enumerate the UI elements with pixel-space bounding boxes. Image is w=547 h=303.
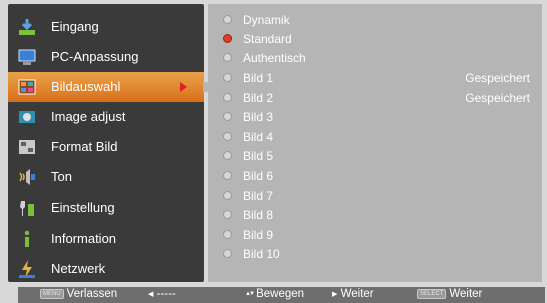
radio-button-icon bbox=[223, 112, 232, 121]
option-label: Dynamik bbox=[243, 13, 290, 27]
menu-label: Information bbox=[51, 231, 117, 246]
menu-item-eingang[interactable]: Eingang bbox=[8, 12, 204, 42]
radio-button-icon bbox=[223, 210, 232, 219]
network-icon bbox=[19, 260, 35, 278]
menu-item-pc-anpassung[interactable]: PC-Anpassung bbox=[8, 42, 204, 72]
radio-button-icon bbox=[223, 53, 232, 62]
image-select-icon bbox=[18, 79, 36, 95]
radio-button-icon bbox=[223, 171, 232, 180]
radio-button-icon bbox=[223, 93, 232, 102]
setting-icon bbox=[20, 201, 34, 216]
image-adjust-icon bbox=[19, 111, 35, 123]
up-down-arrow-icon: ▲▼ bbox=[245, 291, 255, 297]
option-label: Bild 9 bbox=[243, 228, 274, 242]
option-label: Bild 6 bbox=[243, 169, 274, 183]
guide-next-label: Weiter bbox=[340, 288, 374, 300]
option-row[interactable]: Bild 6 bbox=[208, 167, 542, 186]
option-row[interactable]: Bild 4 bbox=[208, 128, 542, 147]
option-label: Bild 8 bbox=[243, 208, 274, 222]
information-icon bbox=[24, 230, 30, 247]
option-label: Bild 5 bbox=[243, 149, 274, 163]
menu-label: Netzwerk bbox=[51, 261, 106, 276]
menu-item-information[interactable]: Information bbox=[8, 224, 204, 254]
option-row[interactable]: Bild 10 bbox=[208, 245, 542, 264]
option-row[interactable]: Bild 1 Gespeichert bbox=[208, 69, 542, 88]
guide-back-label: ----- bbox=[156, 288, 176, 300]
option-row[interactable]: Bild 7 bbox=[208, 187, 542, 206]
menu-item-ton[interactable]: Ton bbox=[8, 162, 204, 192]
menu-key-icon: MENU bbox=[40, 289, 64, 299]
option-status: Gespeichert bbox=[465, 71, 530, 85]
option-label: Standard bbox=[243, 32, 292, 46]
guide-select-label: Weiter bbox=[449, 288, 483, 300]
guide-move: ▲▼ Bewegen bbox=[245, 288, 304, 300]
menu-label: Bildauswahl bbox=[51, 79, 121, 94]
guide-bar: MENU Verlassen ◀ ----- ▲▼ Bewegen ▶ Weite… bbox=[18, 287, 545, 303]
option-status: Gespeichert bbox=[465, 91, 530, 105]
menu-label: Image adjust bbox=[51, 109, 126, 124]
menu-item-einstellung[interactable]: Einstellung bbox=[8, 193, 204, 223]
radio-button-icon bbox=[223, 15, 232, 24]
option-label: Bild 3 bbox=[243, 110, 274, 124]
option-label: Bild 2 bbox=[243, 91, 274, 105]
sound-icon bbox=[19, 169, 35, 185]
left-arrow-icon: ◀ bbox=[148, 291, 154, 298]
option-row[interactable]: Bild 2 Gespeichert bbox=[208, 89, 542, 108]
menu-item-image-adjust[interactable]: Image adjust bbox=[8, 102, 204, 132]
guide-select: SELECT Weiter bbox=[417, 288, 482, 300]
main-menu: Eingang PC-Anpassung Bildauswahl Image a… bbox=[8, 4, 204, 282]
input-icon bbox=[19, 19, 35, 35]
option-label: Bild 1 bbox=[243, 71, 274, 85]
option-row[interactable]: Bild 8 bbox=[208, 206, 542, 225]
radio-button-icon bbox=[223, 249, 232, 258]
option-row[interactable]: Bild 3 bbox=[208, 108, 542, 127]
option-row[interactable]: Bild 5 bbox=[208, 147, 542, 166]
projector-osd: Eingang PC-Anpassung Bildauswahl Image a… bbox=[0, 0, 547, 303]
menu-label: Einstellung bbox=[51, 200, 115, 215]
menu-label: Eingang bbox=[51, 19, 99, 34]
option-label: Bild 4 bbox=[243, 130, 274, 144]
radio-button-icon bbox=[223, 132, 232, 141]
radio-button-selected-icon bbox=[223, 34, 232, 43]
option-row[interactable]: Standard bbox=[208, 30, 542, 49]
option-label: Authentisch bbox=[243, 51, 306, 65]
guide-move-label: Bewegen bbox=[256, 288, 305, 300]
radio-button-icon bbox=[223, 151, 232, 160]
option-row[interactable]: Authentisch bbox=[208, 49, 542, 68]
right-arrow-icon: ▶ bbox=[332, 291, 338, 298]
guide-next: ▶ Weiter bbox=[332, 288, 374, 300]
guide-exit-label: Verlassen bbox=[66, 288, 118, 300]
menu-label: Format Bild bbox=[51, 139, 118, 154]
guide-exit: MENU Verlassen bbox=[40, 288, 117, 300]
screen-format-icon bbox=[19, 140, 35, 154]
option-row[interactable]: Bild 9 bbox=[208, 226, 542, 245]
radio-button-icon bbox=[223, 230, 232, 239]
menu-item-bildauswahl[interactable]: Bildauswahl bbox=[8, 72, 204, 102]
image-mode-options: Dynamik Standard Authentisch Bild 1 Gesp… bbox=[208, 4, 542, 282]
menu-item-netzwerk[interactable]: Netzwerk bbox=[8, 254, 204, 284]
selected-arrow-icon bbox=[180, 82, 187, 92]
menu-label: Ton bbox=[51, 169, 72, 184]
option-row[interactable]: Dynamik bbox=[208, 11, 542, 30]
guide-back: ◀ ----- bbox=[148, 288, 176, 300]
select-key-icon: SELECT bbox=[417, 289, 447, 299]
option-label: Bild 10 bbox=[243, 247, 280, 261]
menu-item-format-bild[interactable]: Format Bild bbox=[8, 132, 204, 162]
menu-label: PC-Anpassung bbox=[51, 49, 139, 64]
option-label: Bild 7 bbox=[243, 189, 274, 203]
radio-button-icon bbox=[223, 191, 232, 200]
radio-button-icon bbox=[223, 73, 232, 82]
pc-adjust-icon bbox=[18, 49, 36, 65]
